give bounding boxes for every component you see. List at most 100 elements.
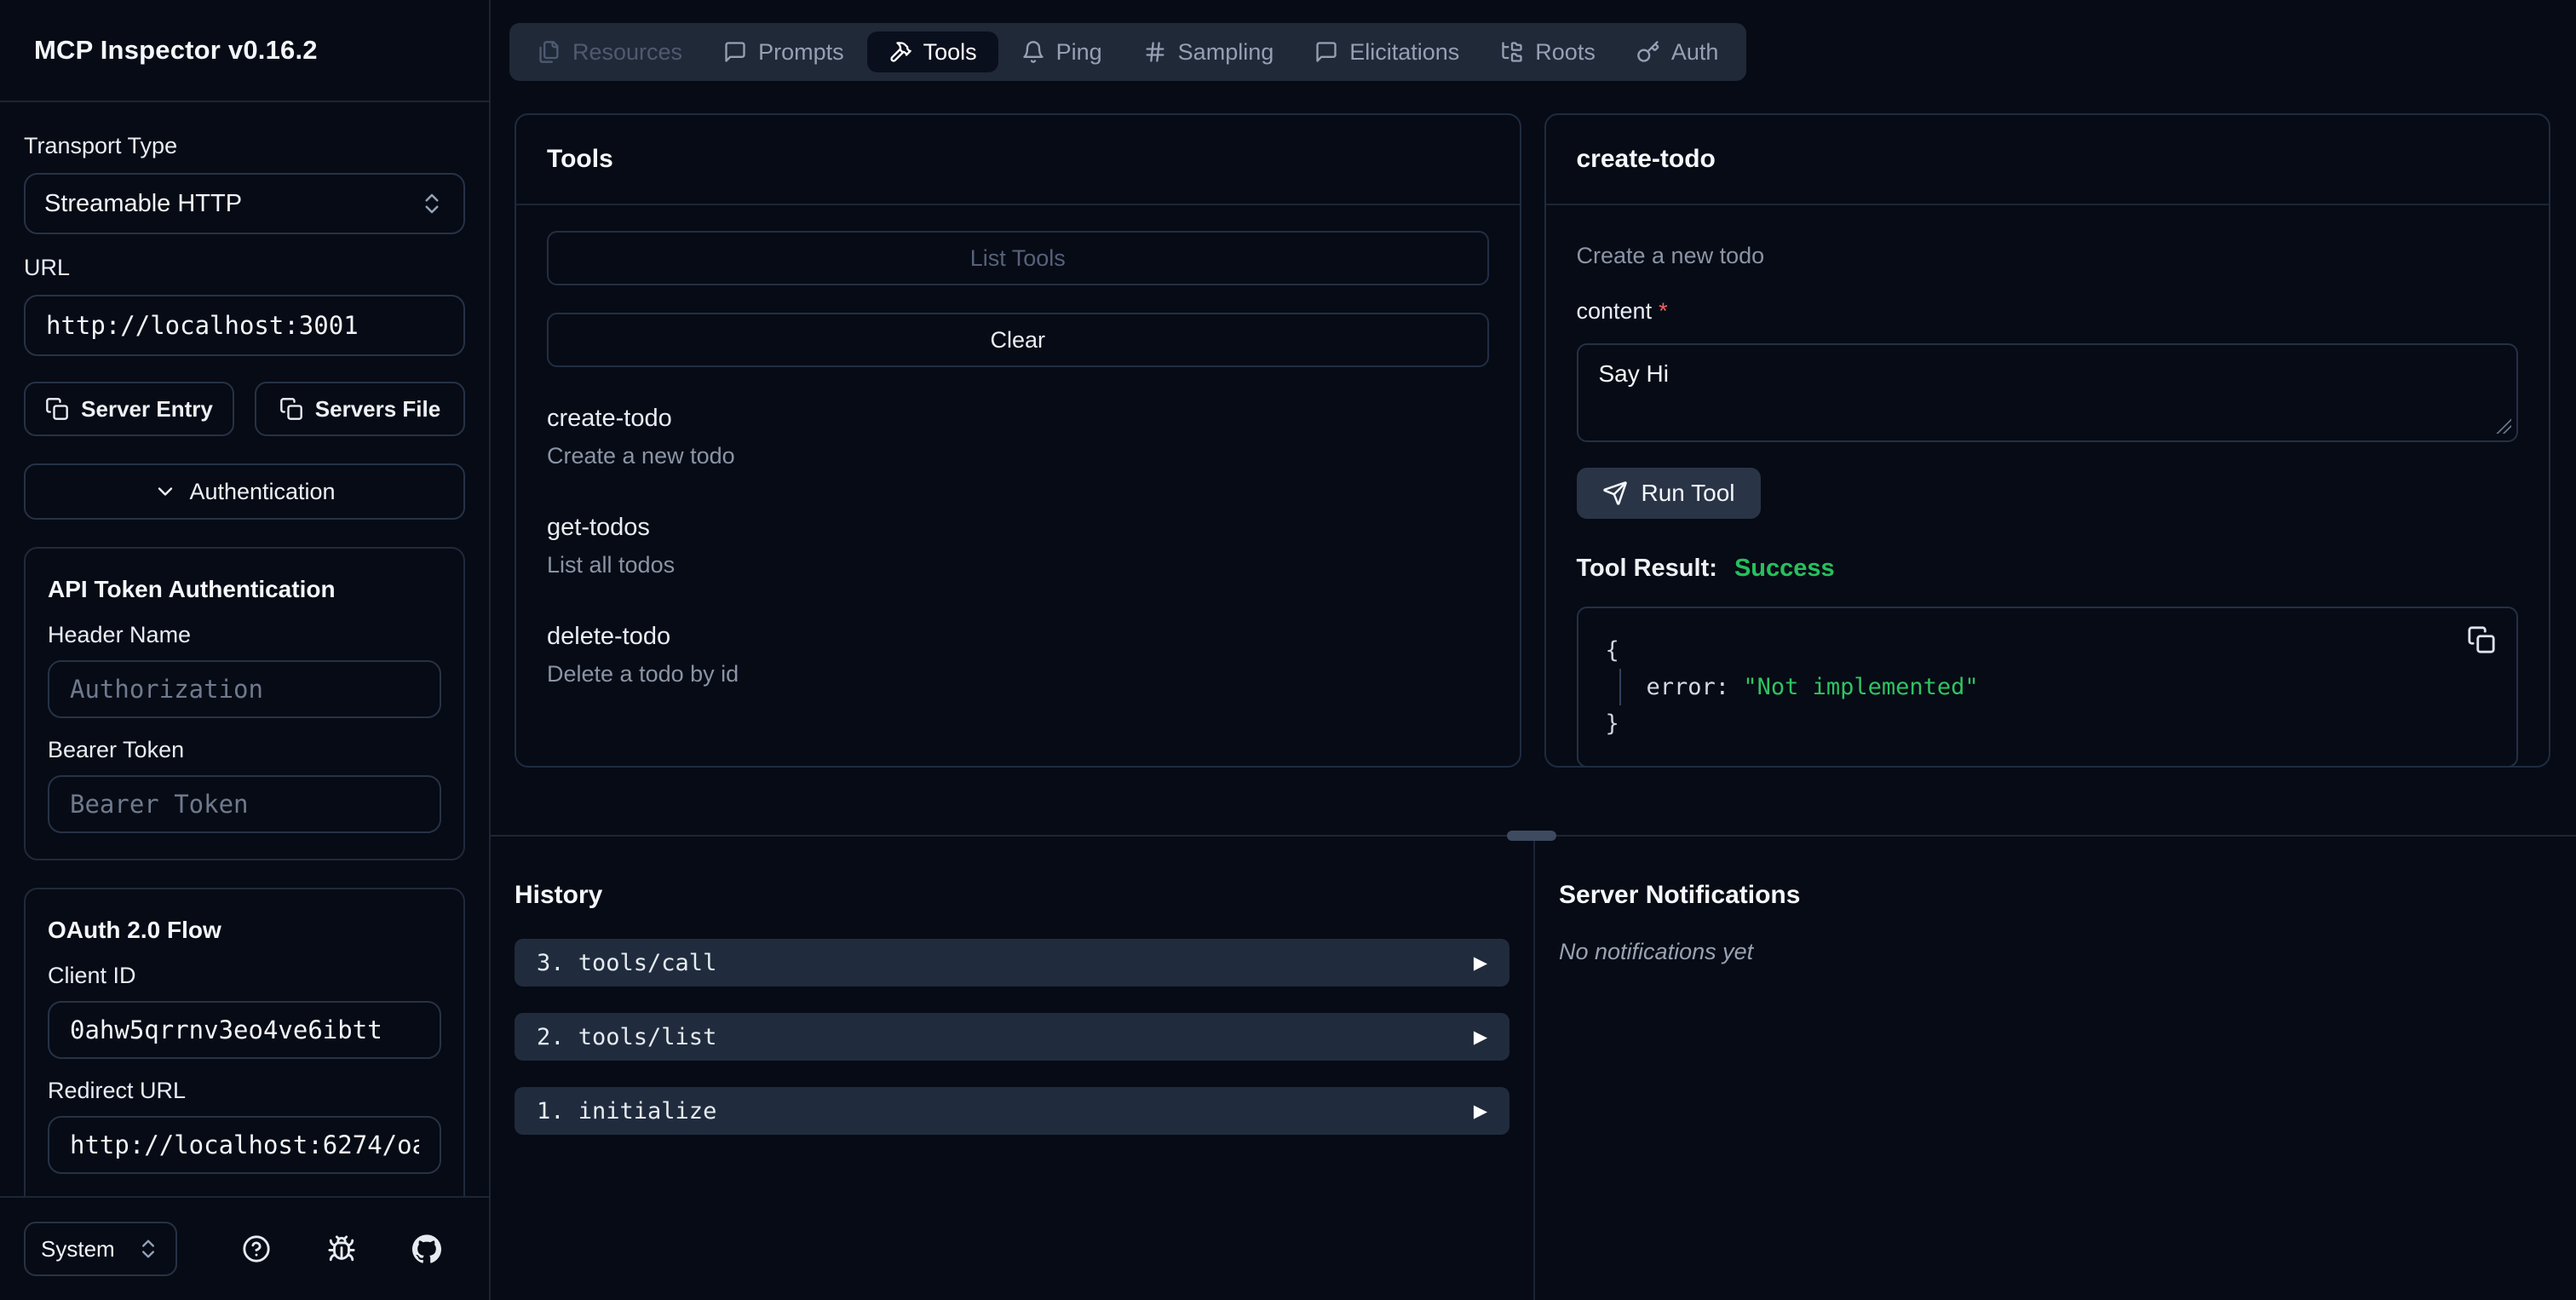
send-icon — [1602, 480, 1628, 506]
tool-runner-description: Create a new todo — [1576, 243, 1765, 268]
json-open-brace: { — [1605, 637, 1619, 664]
bug-report-button[interactable] — [327, 1234, 356, 1263]
client-id-label: Client ID — [48, 963, 136, 988]
sidebar: MCP Inspector v0.16.2 Transport Type Str… — [0, 0, 491, 1300]
tool-result-row: Tool Result: Success — [1577, 555, 2519, 583]
tab-auth[interactable]: Auth — [1619, 30, 1737, 74]
copy-result-button[interactable] — [2467, 625, 2496, 657]
tab-bar: Resources Prompts Tools Ping Sampling El… — [509, 23, 1747, 81]
tool-list-item-get-todos[interactable]: get-todos List all todos — [547, 514, 1489, 578]
tools-panel-title: Tools — [547, 145, 613, 173]
history-row-tools-call[interactable]: 3. tools/call ▶ — [515, 939, 1509, 987]
transport-type-label: Transport Type — [24, 133, 178, 158]
clear-tools-button[interactable]: Clear — [547, 313, 1489, 367]
history-row-tools-list[interactable]: 2. tools/list ▶ — [515, 1013, 1509, 1061]
json-error-line: error: "Not implemented" — [1619, 669, 2490, 705]
tools-panel-body: List Tools Clear create-todo Create a ne… — [516, 205, 1520, 766]
tool-runner-header: create-todo — [1545, 115, 2549, 205]
splitter-drag-handle[interactable] — [1507, 831, 1556, 841]
tool-result-status: Success — [1734, 555, 1835, 582]
url-input[interactable] — [24, 295, 465, 356]
tab-prompts[interactable]: Prompts — [705, 30, 862, 74]
oauth-card: OAuth 2.0 Flow Client ID Redirect URL Sc… — [24, 888, 465, 1196]
copy-icon — [279, 397, 303, 421]
transport-type-value: Streamable HTTP — [44, 189, 243, 217]
tool-result-label: Tool Result: — [1576, 555, 1717, 582]
tool-list: create-todo Create a new todo get-todos … — [547, 405, 1489, 687]
tools-panel-header: Tools — [516, 115, 1520, 205]
tab-elicitations[interactable]: Elicitations — [1297, 30, 1477, 74]
list-tools-button[interactable]: List Tools — [547, 231, 1489, 285]
server-notifications-title: Server Notifications — [1559, 881, 1801, 909]
mcp-inspector-app: MCP Inspector v0.16.2 Transport Type Str… — [0, 0, 2576, 1300]
server-notifications-panel: Server Notifications No notifications ye… — [1533, 837, 2576, 1300]
app-title: MCP Inspector v0.16.2 — [34, 35, 318, 65]
run-tool-button[interactable]: Run Tool — [1576, 468, 1761, 519]
tab-tools[interactable]: Tools — [866, 32, 998, 72]
history-entry-label: 3. tools/call — [537, 949, 717, 976]
tool-runner-body: Create a new todo content * Say Hi Run To… — [1546, 205, 2550, 766]
history-title: History — [515, 881, 603, 909]
hammer-icon — [888, 40, 912, 64]
theme-select-value: System — [41, 1235, 115, 1262]
chevron-down-icon — [153, 480, 177, 503]
play-icon: ▶ — [1473, 1101, 1487, 1121]
bearer-token-label: Bearer Token — [48, 737, 185, 762]
authentication-toggle[interactable]: Authentication — [24, 463, 465, 520]
chevrons-up-down-icon — [136, 1237, 160, 1261]
redirect-url-input[interactable] — [48, 1116, 441, 1174]
content-textarea[interactable]: Say Hi — [1576, 343, 2518, 442]
servers-file-button[interactable]: Servers File — [255, 382, 465, 436]
history-entry-label: 1. initialize — [537, 1097, 717, 1125]
transport-type-select[interactable]: Streamable HTTP — [24, 173, 465, 234]
server-entry-label: Server Entry — [81, 395, 213, 422]
tool-runner-title: create-todo — [1576, 145, 1716, 173]
json-key: error: — [1646, 674, 1730, 700]
sidebar-body: Transport Type Streamable HTTP URL Serve… — [0, 102, 489, 1196]
json-value: "Not implemented" — [1743, 674, 1979, 700]
client-id-input[interactable] — [48, 1001, 441, 1059]
tab-label: Ping — [1055, 38, 1102, 65]
content-field-label: content — [1576, 298, 1653, 324]
history-entry-label: 2. tools/list — [537, 1023, 717, 1050]
help-circle-icon — [242, 1234, 271, 1263]
redirect-url-label: Redirect URL — [48, 1078, 187, 1103]
tab-label: Roots — [1535, 38, 1596, 65]
tab-label: Sampling — [1177, 38, 1274, 65]
footer-icons — [242, 1234, 441, 1263]
tab-sampling[interactable]: Sampling — [1125, 30, 1292, 74]
tab-resources[interactable]: Resources — [520, 30, 700, 74]
tab-ping[interactable]: Ping — [1003, 30, 1120, 74]
tab-roots[interactable]: Roots — [1482, 30, 1613, 74]
help-button[interactable] — [242, 1234, 271, 1263]
run-tool-label: Run Tool — [1641, 480, 1735, 506]
bug-icon — [327, 1234, 356, 1263]
theme-select[interactable]: System — [24, 1222, 177, 1276]
play-icon: ▶ — [1473, 952, 1487, 973]
history-panel: History 3. tools/call ▶ 2. tools/list ▶ … — [491, 837, 1533, 1300]
main-area: Resources Prompts Tools Ping Sampling El… — [491, 0, 2576, 1300]
bell-icon — [1021, 40, 1045, 64]
sidebar-copy-buttons: Server Entry Servers File — [24, 382, 465, 436]
tool-list-item-create-todo[interactable]: create-todo Create a new todo — [547, 405, 1489, 469]
tool-list-item-delete-todo[interactable]: delete-todo Delete a todo by id — [547, 623, 1489, 687]
tab-label: Resources — [572, 38, 683, 65]
json-close-brace: } — [1605, 710, 1619, 737]
header-name-label: Header Name — [48, 622, 192, 647]
sidebar-header: MCP Inspector v0.16.2 — [0, 0, 489, 102]
tab-label: Tools — [923, 38, 977, 65]
api-token-title: API Token Authentication — [48, 576, 336, 602]
bearer-token-input[interactable] — [48, 775, 441, 833]
top-panels: Tools List Tools Clear create-todo Creat… — [515, 113, 2550, 768]
bottom-panels: History 3. tools/call ▶ 2. tools/list ▶ … — [491, 837, 2576, 1300]
header-name-input[interactable] — [48, 660, 441, 718]
server-entry-button[interactable]: Server Entry — [24, 382, 234, 436]
oauth-title: OAuth 2.0 Flow — [48, 917, 221, 943]
key-icon — [1636, 40, 1660, 64]
servers-file-label: Servers File — [314, 395, 441, 422]
history-row-initialize[interactable]: 1. initialize ▶ — [515, 1087, 1509, 1135]
required-asterisk: * — [1659, 298, 1668, 324]
folder-tree-icon — [1500, 40, 1524, 64]
files-icon — [538, 40, 561, 64]
github-button[interactable] — [412, 1234, 441, 1263]
